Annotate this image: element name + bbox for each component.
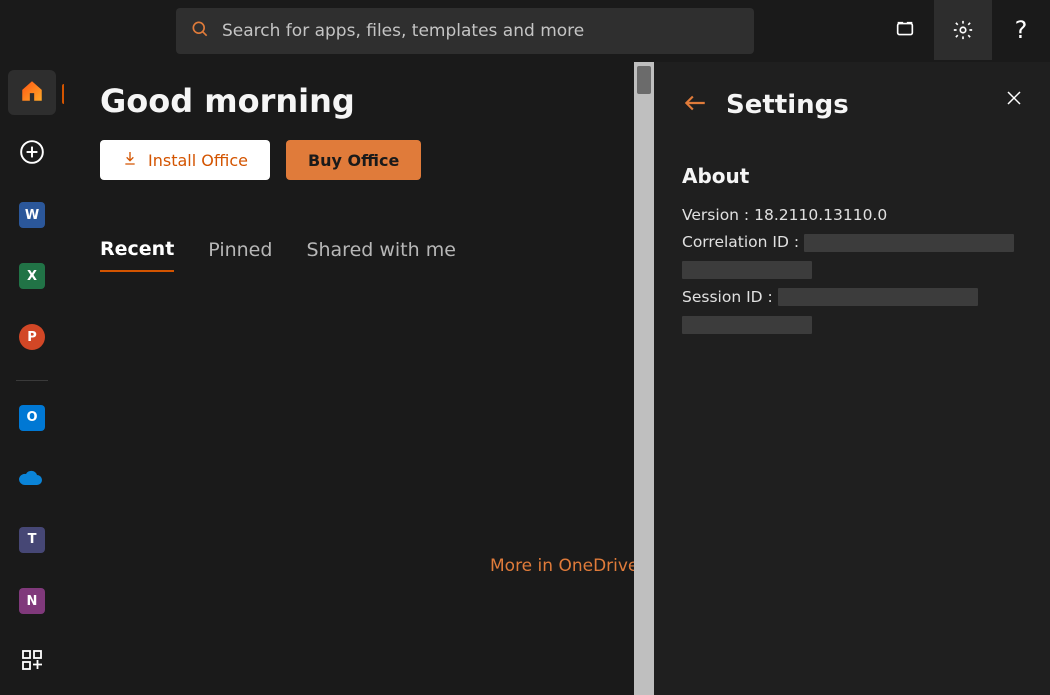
version-value: 18.2110.13110.0 — [754, 206, 887, 224]
settings-title: Settings — [726, 90, 849, 120]
sidebar-item-home[interactable] — [8, 70, 56, 115]
question-mark-icon: ? — [1015, 16, 1028, 44]
word-icon: W — [19, 202, 45, 228]
about-section: About Version : 18.2110.13110.0 Correlat… — [682, 164, 1022, 336]
outlook-icon: O — [19, 405, 45, 431]
correlation-row: Correlation ID : — [682, 231, 1022, 254]
powerpoint-icon: P — [19, 324, 45, 350]
version-label: Version : — [682, 206, 749, 224]
search-box[interactable] — [176, 8, 754, 54]
teams-icon: T — [19, 527, 45, 553]
tab-pinned[interactable]: Pinned — [208, 239, 272, 271]
sidebar-item-teams[interactable]: T — [8, 517, 56, 562]
correlation-value-redacted-2 — [682, 261, 812, 279]
sidebar-divider — [16, 380, 48, 381]
sidebar: W X P O T N — [0, 60, 64, 695]
buy-office-button[interactable]: Buy Office — [286, 140, 421, 180]
header-actions: ? — [876, 0, 1050, 60]
download-icon — [122, 150, 138, 170]
sidebar-item-create[interactable] — [8, 131, 56, 176]
correlation-label: Correlation ID : — [682, 233, 799, 251]
about-heading: About — [682, 164, 1022, 188]
more-onedrive-label: More in OneDrive — [490, 556, 638, 576]
session-row: Session ID : — [682, 286, 1022, 309]
install-office-label: Install Office — [148, 151, 248, 170]
sidebar-item-outlook[interactable]: O — [8, 395, 56, 440]
onenote-icon: N — [19, 588, 45, 614]
sidebar-item-onedrive[interactable] — [8, 456, 56, 501]
search-input[interactable] — [222, 21, 740, 41]
sidebar-item-onenote[interactable]: N — [8, 579, 56, 624]
excel-icon: X — [19, 263, 45, 289]
arrow-left-icon — [682, 90, 708, 120]
version-row: Version : 18.2110.13110.0 — [682, 204, 1022, 227]
close-icon — [1005, 89, 1023, 111]
buy-office-label: Buy Office — [308, 151, 399, 170]
session-value-redacted — [778, 288, 978, 306]
session-value-redacted-2 — [682, 316, 812, 334]
scrollbar[interactable] — [634, 62, 654, 695]
scrollbar-thumb[interactable] — [637, 66, 651, 94]
header-bar: ? — [0, 0, 1050, 60]
settings-icon[interactable] — [934, 0, 992, 60]
sidebar-item-powerpoint[interactable]: P — [8, 315, 56, 360]
present-icon[interactable] — [876, 0, 934, 60]
help-icon[interactable]: ? — [992, 0, 1050, 60]
close-button[interactable] — [1000, 86, 1028, 114]
onedrive-icon — [18, 468, 46, 490]
settings-panel-header: Settings — [682, 90, 1022, 120]
session-label: Session ID : — [682, 288, 773, 306]
sidebar-item-excel[interactable]: X — [8, 254, 56, 299]
sidebar-item-apps[interactable] — [8, 640, 56, 685]
plus-circle-icon — [19, 139, 45, 169]
home-icon — [19, 78, 45, 108]
sidebar-item-word[interactable]: W — [8, 192, 56, 237]
search-icon — [190, 19, 222, 43]
install-office-button[interactable]: Install Office — [100, 140, 270, 180]
tab-recent[interactable]: Recent — [100, 238, 174, 272]
session-row-cont — [682, 313, 1022, 336]
back-button[interactable] — [682, 90, 708, 120]
apps-grid-icon — [20, 648, 44, 676]
tab-shared[interactable]: Shared with me — [306, 239, 455, 271]
correlation-row-cont — [682, 259, 1022, 282]
settings-panel: Settings About Version : 18.2110.13110.0… — [654, 62, 1050, 695]
correlation-value-redacted — [804, 234, 1014, 252]
